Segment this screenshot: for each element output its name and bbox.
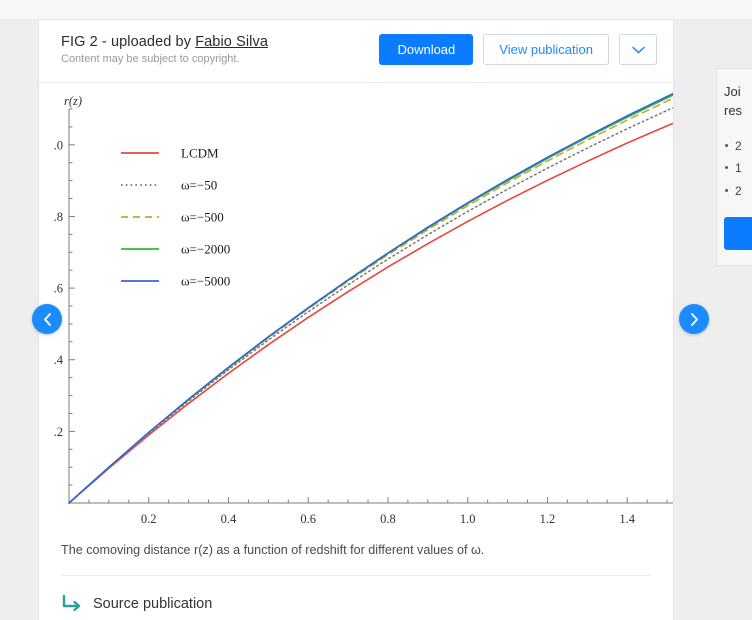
svg-text:0.4: 0.4 <box>221 512 237 526</box>
figure-caption: The comoving distance r(z) as a function… <box>61 543 485 557</box>
page-root: FIG 2 - uploaded by Fabio Silva Content … <box>0 0 752 620</box>
view-publication-button[interactable]: View publication <box>483 34 609 65</box>
join-button[interactable] <box>724 217 752 251</box>
svg-text:LCDM: LCDM <box>181 146 219 161</box>
svg-text:1.2: 1.2 <box>540 512 556 526</box>
chevron-left-icon <box>43 312 52 326</box>
svg-text:0.6: 0.6 <box>300 512 316 526</box>
figure-image-area[interactable]: 0.2 0.4 0.6 0.8 1.0 1.2 1.4 .2 .4 .6 .8 .0 r(z) LCDM ω… <box>39 83 673 535</box>
next-figure-button[interactable] <box>679 304 709 334</box>
svg-text:0.8: 0.8 <box>380 512 396 526</box>
svg-text:.8: .8 <box>54 210 63 224</box>
download-button[interactable]: Download <box>379 34 474 65</box>
figure-card-header: FIG 2 - uploaded by Fabio Silva Content … <box>39 20 673 83</box>
previous-figure-button[interactable] <box>32 304 62 334</box>
side-panel-title-line2: res <box>724 102 743 118</box>
svg-text:r(z): r(z) <box>64 94 82 108</box>
svg-text:ω=−500: ω=−500 <box>181 210 224 225</box>
side-panel-benefits: 2 1 2 <box>724 135 752 203</box>
more-options-button[interactable] <box>619 34 657 65</box>
header-actions: Download View publication <box>379 34 657 65</box>
source-publication-row[interactable]: Source publication <box>39 576 673 620</box>
figure-card: FIG 2 - uploaded by Fabio Silva Content … <box>38 20 674 620</box>
svg-text:1.4: 1.4 <box>619 512 635 526</box>
svg-text:.2: .2 <box>54 425 63 439</box>
svg-text:ω=−50: ω=−50 <box>181 178 217 193</box>
svg-text:0.2: 0.2 <box>141 512 157 526</box>
svg-text:ω=−5000: ω=−5000 <box>181 274 230 289</box>
svg-text:.0: .0 <box>54 138 63 152</box>
svg-text:.4: .4 <box>54 353 64 367</box>
arrow-branch-icon <box>61 594 83 614</box>
author-link[interactable]: Fabio Silva <box>195 34 268 50</box>
list-item: 2 <box>724 180 752 203</box>
page-top-strip <box>0 0 752 20</box>
source-publication-label: Source publication <box>93 596 213 613</box>
list-item: 2 <box>724 135 752 158</box>
join-researchgate-panel: Joi res 2 1 2 <box>716 68 752 266</box>
comoving-distance-chart: 0.2 0.4 0.6 0.8 1.0 1.2 1.4 .2 .4 .6 .8 .0 r(z) LCDM ω… <box>54 92 673 526</box>
svg-text:.6: .6 <box>54 282 63 296</box>
chevron-down-icon <box>631 46 645 54</box>
svg-text:ω=−2000: ω=−2000 <box>181 242 230 257</box>
side-panel-title-line1: Joi <box>724 84 741 99</box>
svg-text:1.0: 1.0 <box>460 512 476 526</box>
list-item: 1 <box>724 157 752 180</box>
figure-title-text: FIG 2 - uploaded by <box>61 34 196 50</box>
chevron-right-icon <box>690 312 699 326</box>
